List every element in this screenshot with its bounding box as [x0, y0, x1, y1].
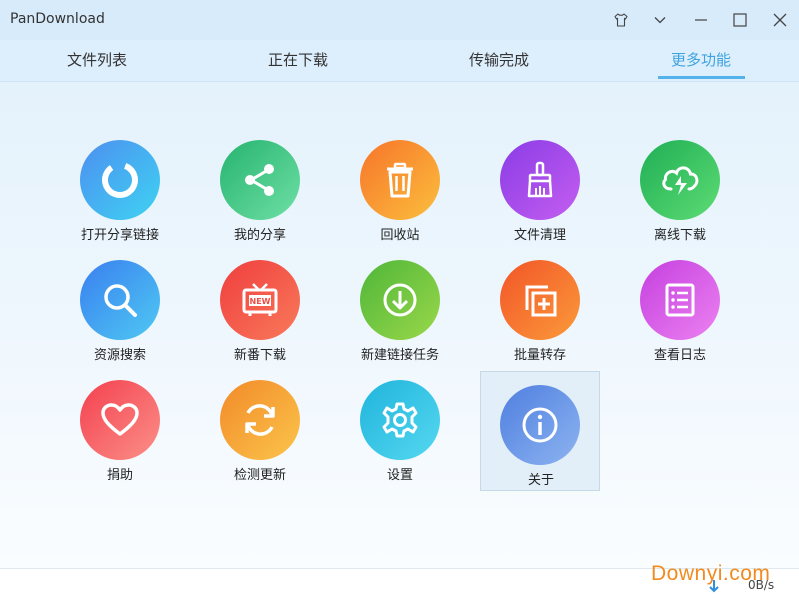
feature-icon-bg: NEW	[220, 260, 300, 340]
close-icon	[773, 13, 787, 27]
info-icon	[522, 407, 558, 443]
app-title: PanDownload	[10, 11, 105, 27]
feature-icon-bg	[500, 140, 580, 220]
minimize-button[interactable]	[687, 6, 715, 34]
feature-label: 捐助	[106, 468, 133, 483]
tab-file-list[interactable]: 文件列表	[37, 40, 157, 81]
maximize-icon	[733, 13, 747, 27]
maximize-button[interactable]	[726, 6, 754, 34]
feature-icon-bg	[640, 260, 720, 340]
dropdown-menu-button[interactable]	[646, 6, 674, 34]
feature-about[interactable]: 关于	[480, 371, 600, 491]
feature-icon-bg	[80, 380, 160, 460]
svg-text:NEW: NEW	[250, 297, 271, 306]
feature-file-cleanup[interactable]: 文件清理	[480, 126, 600, 246]
pie-ring-icon	[102, 162, 138, 198]
feature-donate[interactable]: 捐助	[60, 366, 180, 486]
refresh-icon	[245, 404, 275, 436]
feature-label: 新番下载	[233, 348, 286, 363]
feature-label: 查看日志	[653, 348, 706, 363]
feature-new-link-task[interactable]: 新建链接任务	[340, 246, 460, 366]
close-button[interactable]	[766, 6, 794, 34]
feature-icon-bg	[220, 380, 300, 460]
feature-icon-bg	[220, 140, 300, 220]
brush-icon	[527, 161, 553, 198]
feature-batch-save[interactable]: 批量转存	[480, 246, 600, 366]
feature-icon-bg	[360, 140, 440, 220]
feature-label: 批量转存	[513, 348, 566, 363]
active-tab-indicator	[658, 76, 745, 79]
feature-label: 离线下载	[653, 228, 706, 243]
shirt-icon	[614, 13, 628, 27]
feature-view-log[interactable]: 查看日志	[620, 246, 740, 366]
tab-downloading[interactable]: 正在下载	[238, 40, 358, 81]
feature-label: 我的分享	[233, 228, 286, 243]
chevron-down-icon	[654, 17, 666, 24]
watermark: Downyi.com	[651, 562, 771, 585]
feature-icon-bg	[360, 380, 440, 460]
feature-settings[interactable]: 设置	[340, 366, 460, 486]
feature-offline-download[interactable]: 离线下载	[620, 126, 740, 246]
features-panel: 打开分享链接 我的分享 回收站 文件清理 离线下载 资源搜索 NEW 新番下载 …	[0, 82, 799, 568]
feature-my-shares[interactable]: 我的分享	[200, 126, 320, 246]
skin-button[interactable]	[607, 6, 635, 34]
log-list-icon	[665, 283, 695, 317]
share-icon	[245, 164, 274, 196]
batch-add-icon	[525, 285, 557, 317]
feature-icon-bg	[360, 260, 440, 340]
cloud-download-icon	[662, 166, 699, 195]
feature-label: 关于	[527, 473, 554, 488]
feature-recycle-bin[interactable]: 回收站	[340, 126, 460, 246]
feature-label: 新建链接任务	[360, 348, 439, 363]
feature-label: 打开分享链接	[80, 228, 159, 243]
trash-icon	[387, 162, 413, 198]
tv-new-icon: NEW	[242, 283, 278, 316]
feature-label: 设置	[386, 468, 413, 483]
feature-anime-download[interactable]: NEW 新番下载	[200, 246, 320, 366]
download-circle-icon	[383, 283, 417, 317]
feature-icon-bg	[80, 140, 160, 220]
feature-icon-bg	[500, 385, 580, 465]
feature-label: 回收站	[380, 228, 420, 243]
feature-label: 检测更新	[233, 468, 286, 483]
feature-icon-bg	[80, 260, 160, 340]
minimize-icon	[695, 19, 707, 21]
search-icon	[104, 284, 137, 317]
feature-icon-bg	[500, 260, 580, 340]
heart-icon	[101, 403, 139, 436]
tab-completed[interactable]: 传输完成	[439, 40, 559, 81]
tab-more-features[interactable]: 更多功能	[641, 40, 761, 81]
title-bar: PanDownload	[0, 0, 799, 40]
feature-label: 资源搜索	[93, 348, 146, 363]
feature-open-share-link[interactable]: 打开分享链接	[60, 126, 180, 246]
gear-icon	[382, 402, 418, 438]
feature-label: 文件清理	[513, 228, 566, 243]
feature-icon-bg	[640, 140, 720, 220]
feature-resource-search[interactable]: 资源搜索	[60, 246, 180, 366]
feature-check-update[interactable]: 检测更新	[200, 366, 320, 486]
